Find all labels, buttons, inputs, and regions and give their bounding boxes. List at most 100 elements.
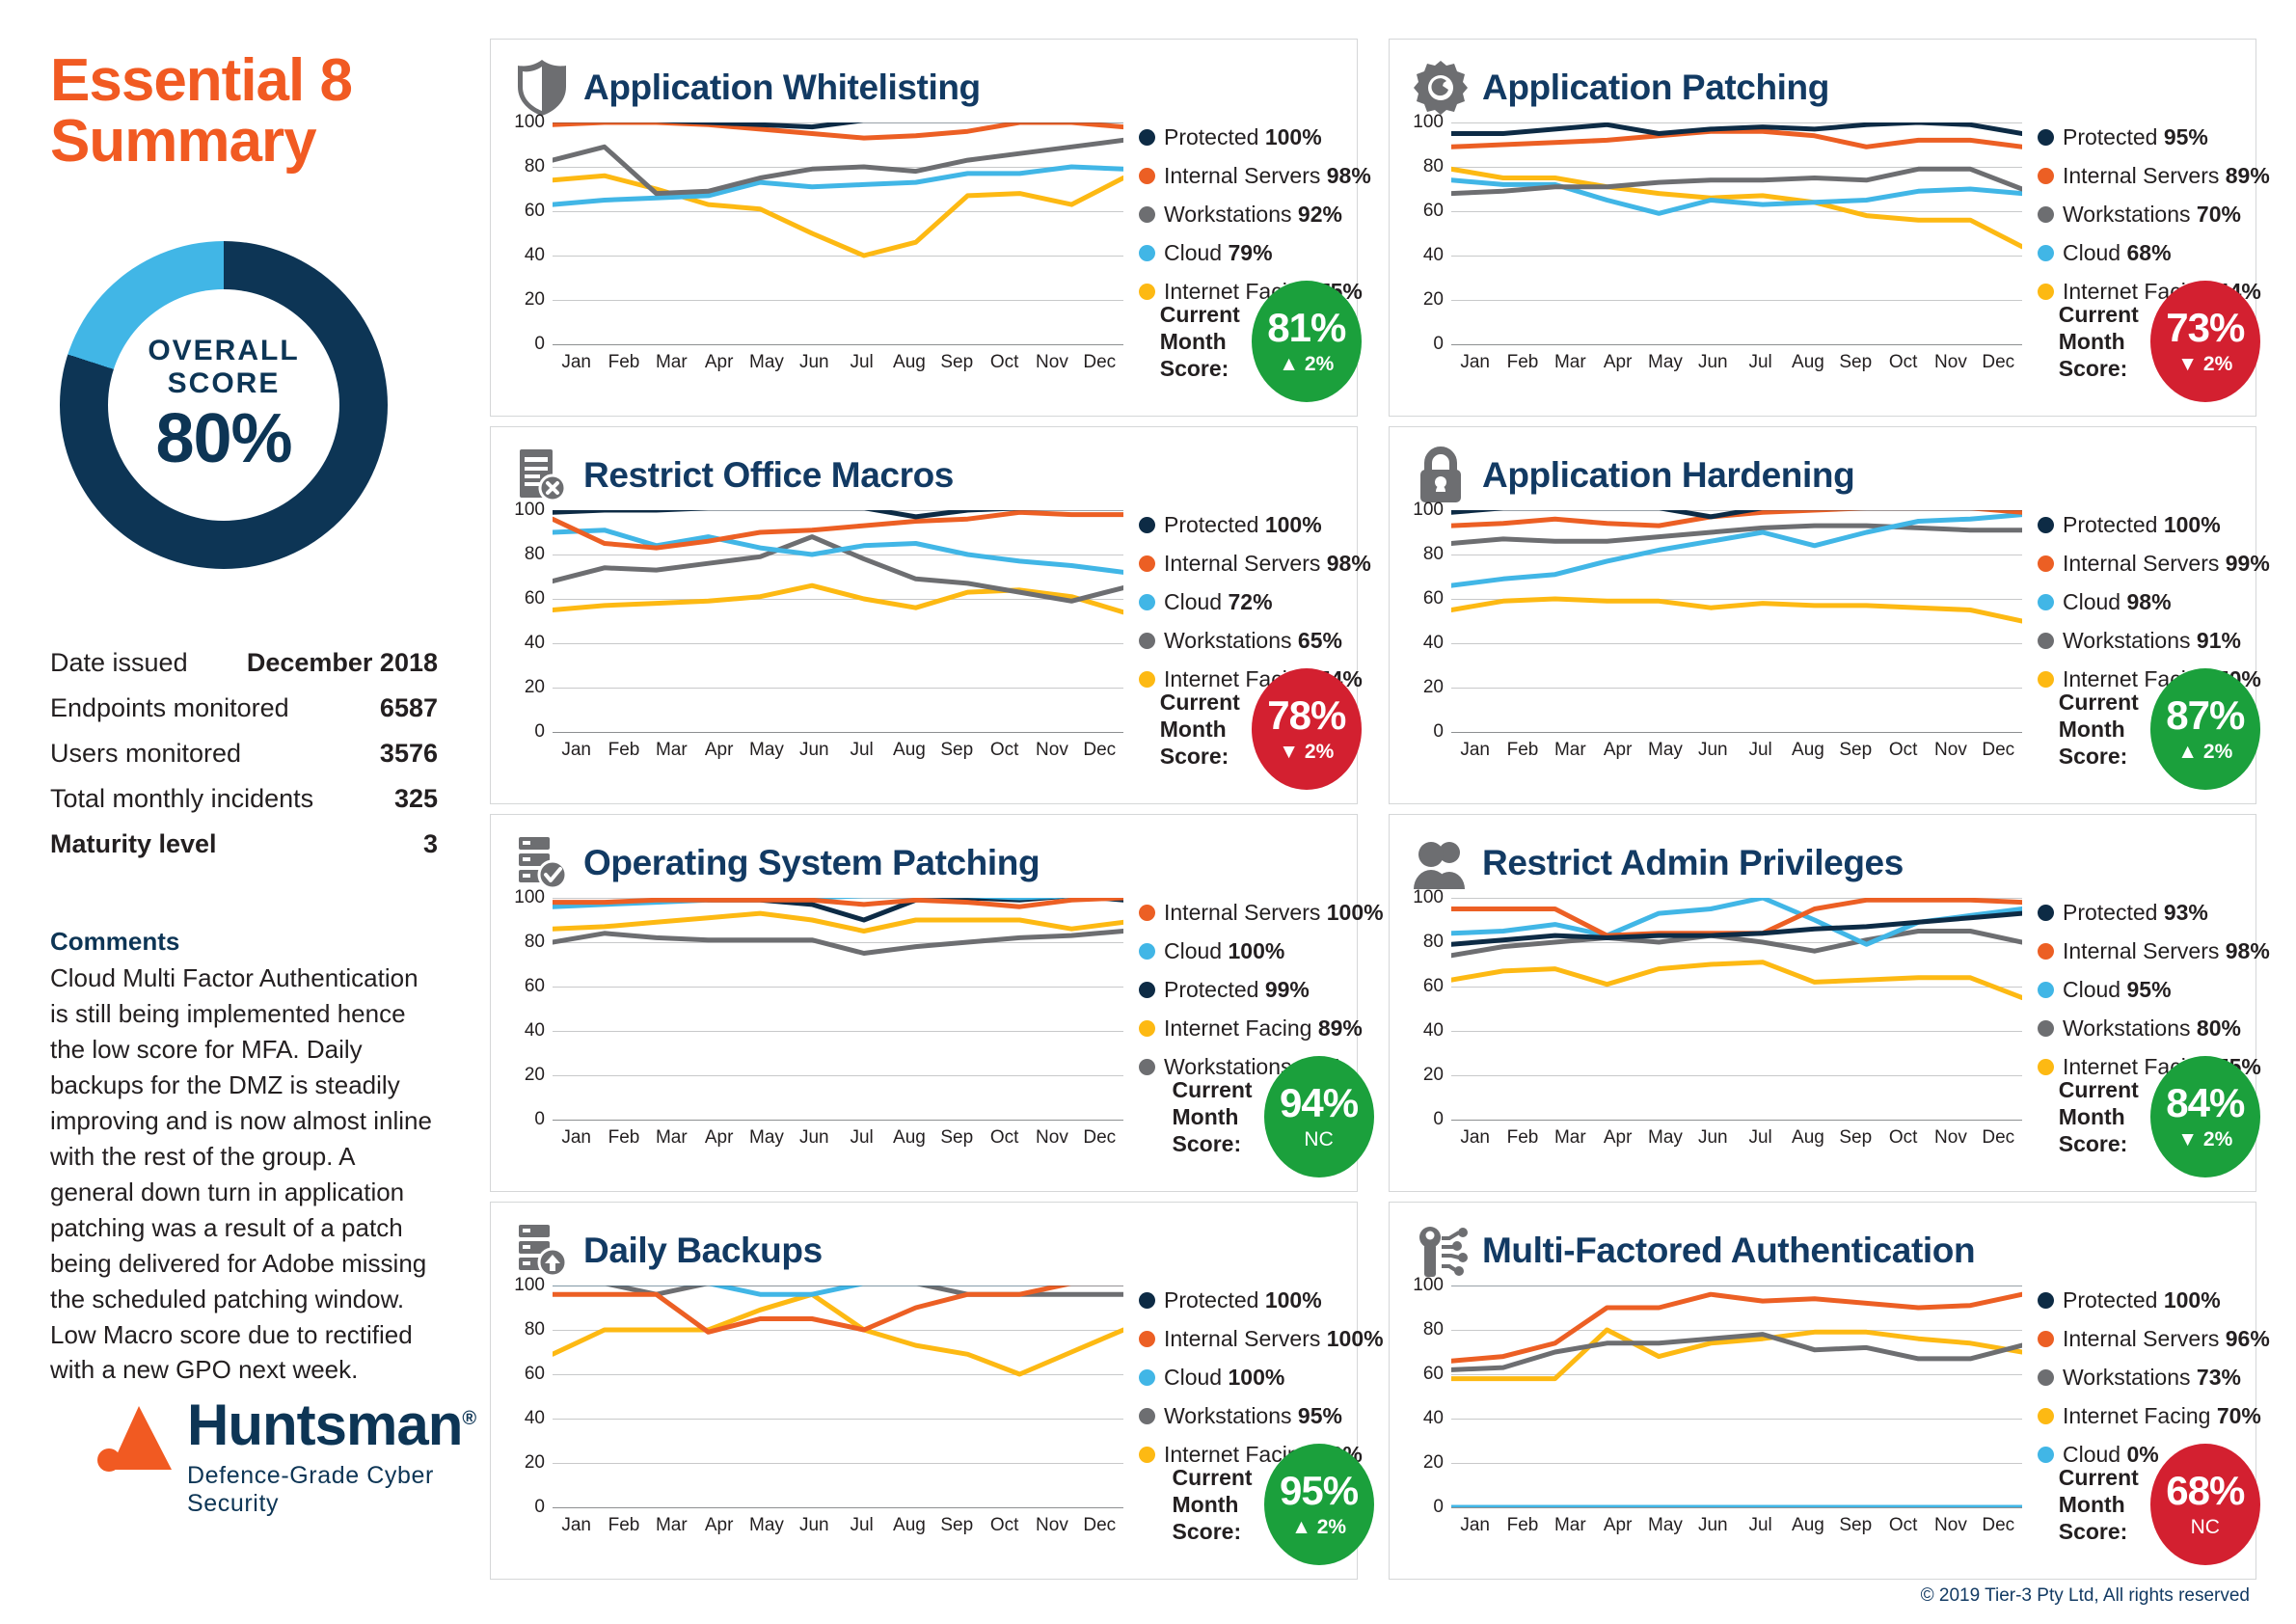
gridline: [1451, 1507, 2022, 1508]
chart-panel: Application Hardening 0 20 40 60 80 100 Jan Feb M…: [1389, 426, 2270, 804]
legend-item: Protected 100%: [1139, 124, 1371, 150]
y-axis-tick: 0: [1433, 721, 1444, 742]
donut-label-line2: SCORE: [167, 366, 281, 399]
score-caption: Current Month Score:: [2058, 689, 2139, 770]
x-axis-tick: Nov: [1934, 1515, 1967, 1535]
x-axis-tick: Feb: [1506, 352, 1539, 372]
legend-label: Workstations 92%: [1164, 202, 1342, 227]
x-axis-tick: Jun: [798, 1127, 829, 1148]
plot-area: [553, 510, 1123, 733]
fact-label: Users monitored: [50, 739, 242, 769]
x-axis-tick: May: [1648, 1515, 1683, 1535]
x-axis-tick: Oct: [989, 740, 1019, 760]
x-axis-tick: May: [749, 740, 784, 760]
users-icon: [1413, 833, 1469, 893]
x-axis-tick: Aug: [1792, 1515, 1824, 1535]
plot-area: [1451, 122, 2022, 345]
legend-list: Protected 100% Internal Servers 99% Cloud …: [2038, 510, 2270, 692]
legend-color-dot: [2038, 555, 2054, 572]
x-axis-tick: Nov: [1036, 1515, 1068, 1535]
legend-color-dot: [2038, 1331, 2054, 1347]
summary-facts-list: Date issued December 2018 Endpoints monito…: [50, 640, 438, 867]
chart-legend: Protected 100% Internal Servers 98% Workst…: [1125, 122, 1371, 404]
y-axis: 0 20 40 60 80 100: [508, 887, 551, 1129]
current-month-score: Current Month Score: 87% ▲ 2%: [2059, 668, 2260, 790]
legend-label: Protected 99%: [1164, 977, 1310, 1002]
legend-item: Workstations 70%: [2038, 202, 2270, 228]
legend-list: Internal Servers 100% Cloud 100% Protected…: [1139, 898, 1384, 1080]
panel-body: 0 20 40 60 80 100 Jan Feb Mar Apr May Jun Jul Aug Sep O…: [508, 500, 1371, 792]
panel-header: Multi-Factored Authentication: [1407, 1216, 2238, 1286]
y-axis: 0 20 40 60 80 100: [1407, 1275, 1449, 1517]
panel-body: 0 20 40 60 80 100 Jan Feb Mar Apr May Jun Jul Aug Sep O…: [1407, 887, 2270, 1179]
legend-color-dot: [1139, 245, 1155, 261]
fact-row: Users monitored 3576: [50, 731, 438, 776]
x-axis-tick: May: [749, 352, 784, 372]
line-chart: 0 20 40 60 80 100 Jan Feb Mar Apr May Jun Jul Aug Sep O…: [508, 887, 1125, 1179]
y-axis-tick: 40: [1422, 633, 1444, 653]
legend-item: Workstations 80%: [2038, 1015, 2270, 1042]
legend-color-dot: [1139, 1408, 1155, 1424]
x-axis-tick: Jun: [1697, 1515, 1728, 1535]
y-axis-tick: 100: [1413, 887, 1444, 907]
x-axis-tick: Aug: [893, 740, 926, 760]
panel-title: Application Hardening: [1482, 455, 1855, 495]
x-axis-tick: Oct: [1888, 352, 1918, 372]
x-axis: Jan Feb Mar Apr May Jun Jul Aug Sep Oct Nov Dec: [1451, 1127, 2022, 1149]
gridline: [1451, 344, 2022, 345]
y-axis-tick: 20: [1422, 289, 1444, 310]
y-axis-tick: 80: [1422, 1319, 1444, 1340]
panel-title: Operating System Patching: [583, 843, 1040, 882]
legend-label: Internal Servers 89%: [2063, 163, 2270, 188]
fact-label: Endpoints monitored: [50, 693, 289, 723]
legend-item: Cloud 79%: [1139, 240, 1371, 266]
legend-label: Protected 100%: [1164, 124, 1322, 149]
legend-item: Internal Servers 96%: [2038, 1326, 2270, 1352]
x-axis-tick: Jul: [850, 352, 874, 372]
y-axis-tick: 80: [1422, 932, 1444, 952]
current-month-score: Current Month Score: 94% NC: [1173, 1056, 1374, 1177]
x-axis-tick: Aug: [893, 1127, 926, 1148]
x-axis-tick: Apr: [704, 740, 734, 760]
registered-mark: ®: [462, 1408, 476, 1429]
legend-label: Workstations 70%: [2063, 202, 2241, 227]
y-axis-tick: 20: [524, 677, 545, 697]
y-axis-tick: 60: [524, 201, 545, 221]
x-axis-tick: Nov: [1934, 740, 1967, 760]
x-axis-tick: Aug: [1792, 740, 1824, 760]
y-axis-tick: 0: [534, 721, 545, 742]
x-axis: Jan Feb Mar Apr May Jun Jul Aug Sep Oct Nov Dec: [1451, 1515, 2022, 1536]
x-axis-tick: Mar: [655, 1515, 688, 1535]
legend-color-dot: [2038, 982, 2054, 998]
legend-item: Protected 99%: [1139, 977, 1384, 1003]
score-delta: ▼ 2%: [1279, 740, 1335, 763]
y-axis-tick: 0: [1433, 1497, 1444, 1517]
x-axis-tick: Mar: [1553, 740, 1586, 760]
gridline: [1451, 732, 2022, 733]
legend-color-dot: [1139, 1331, 1155, 1347]
chart-legend: Protected 95% Internal Servers 89% Worksta…: [2024, 122, 2270, 404]
gridline: [553, 1507, 1123, 1508]
legend-color-dot: [1139, 594, 1155, 610]
chart-legend: Protected 100% Internal Servers 100% Cloud…: [1125, 1286, 1384, 1567]
y-axis: 0 20 40 60 80 100: [508, 500, 551, 742]
legend-color-dot: [2038, 1369, 2054, 1386]
legend-color-dot: [2038, 517, 2054, 533]
y-axis-tick: 0: [1433, 1109, 1444, 1129]
x-axis-tick: Jul: [1748, 352, 1772, 372]
score-caption: Current Month Score:: [1159, 301, 1240, 382]
y-axis-tick: 20: [524, 289, 545, 310]
donut-label-line1: OVERALL: [148, 335, 300, 367]
legend-label: Internal Servers 96%: [2063, 1326, 2270, 1351]
x-axis-tick: Jun: [1697, 352, 1728, 372]
y-axis-tick: 80: [1422, 156, 1444, 176]
page-title: Essential 8 Summary: [50, 50, 474, 173]
legend-item: Internal Servers 100%: [1139, 1326, 1384, 1352]
x-axis-tick: Dec: [1982, 740, 2015, 760]
x-axis-tick: Sep: [940, 1515, 974, 1535]
y-axis-tick: 60: [1422, 588, 1444, 609]
line-chart: 0 20 40 60 80 100 Jan Feb Mar Apr May Jun Jul Aug Sep O…: [1407, 500, 2024, 792]
legend-label: Internal Servers 98%: [1164, 163, 1371, 188]
chart-panel: Application Whitelisting 0 20 40 60 80 100 Jan F…: [490, 39, 1371, 417]
y-axis-tick: 40: [524, 1020, 545, 1041]
